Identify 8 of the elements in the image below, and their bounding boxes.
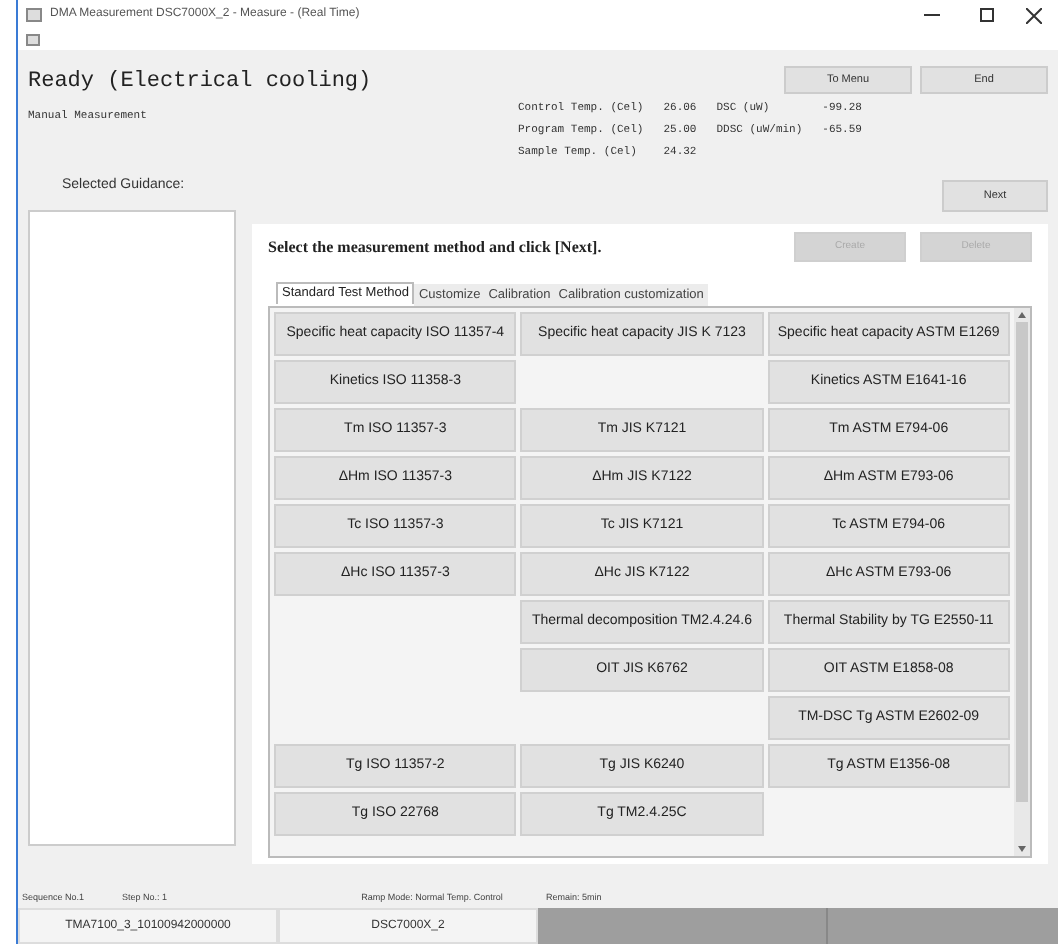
instruction-text: Select the measurement method and click [Next]. <box>268 235 604 260</box>
maximize-icon[interactable] <box>980 8 994 22</box>
app-icon <box>26 8 42 22</box>
close-icon[interactable] <box>1026 7 1042 23</box>
menu-icon[interactable] <box>26 34 40 46</box>
scroll-down-icon[interactable] <box>1018 846 1026 853</box>
status-heading: Ready (Electrical cooling) <box>28 68 374 98</box>
scrollbar[interactable] <box>1014 308 1030 857</box>
